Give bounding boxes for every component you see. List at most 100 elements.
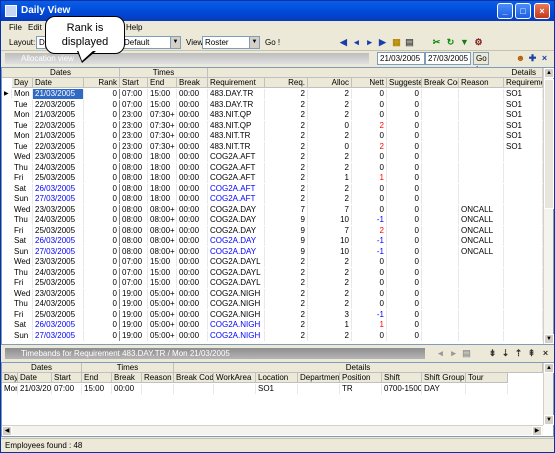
cell-bcode[interactable] [422,194,459,204]
cell-rank[interactable]: 0 [84,110,120,120]
cell-bcode[interactable] [422,183,459,194]
cell-alloc[interactable]: 2 [308,278,352,288]
cell-day[interactable]: Sun [12,246,33,257]
cell-day[interactable]: Sun [12,194,33,204]
table-row[interactable]: Fri 25/03/2005 0 19:00 05:00+ 00:00 COG2A.NIGH… [2,309,543,320]
tb-cell-date[interactable]: 21/03/2005 [18,384,52,394]
cell-date[interactable]: 26/03/2005 [33,236,84,246]
cell-start[interactable]: 07:00 [120,267,148,278]
cell-req[interactable]: 483.NIT.TR [208,131,265,141]
table-row[interactable]: Tue 22/03/2005 0 23:00 07:30+ 00:00 483.NIT.TR… [2,141,543,152]
cell-req[interactable]: COG2A.NIGH [208,330,265,341]
cell-brk[interactable]: 00:00 [177,309,208,320]
tb-cell-position[interactable]: TR [340,384,382,394]
cell-start[interactable]: 08:00 [120,215,148,225]
cell-reqm[interactable] [504,320,543,330]
menu-help[interactable]: Help [126,23,142,32]
cell-alloc[interactable]: 10 [308,215,352,225]
cell-nett[interactable]: -1 [352,246,387,257]
cell-alloc[interactable]: 7 [308,225,352,236]
cell-start[interactable]: 08:00 [120,152,148,162]
cell-day[interactable]: Sat [12,320,33,330]
cell-sugg[interactable]: 0 [387,267,422,278]
tb-vertical-scrollbar[interactable]: ▲ ▼ [543,363,554,425]
cell-alloc[interactable]: 2 [308,257,352,267]
column-header-reason[interactable]: Reason [459,78,504,88]
cell-start[interactable]: 08:00 [120,204,148,215]
cell-rank[interactable]: 0 [84,257,120,267]
scroll-up-icon[interactable]: ▲ [544,363,554,373]
cell-end[interactable]: 07:30+ [148,120,177,131]
cell-reqm[interactable] [504,152,543,162]
tb-column-header-location[interactable]: Location [256,373,298,383]
cell-reason[interactable] [459,299,504,309]
cell-day[interactable]: Sat [12,236,33,246]
tb-cell-bcode[interactable] [174,384,214,394]
cell-date[interactable]: 23/03/2005 [33,152,84,162]
cell-req[interactable]: 483.NIT.QP [208,110,265,120]
cell-start[interactable]: 19:00 [120,299,148,309]
cell-nett[interactable]: -1 [352,215,387,225]
cell-date[interactable]: 27/03/2005 [33,246,84,257]
move-bottom-icon[interactable]: ⇟ [487,348,498,359]
cell-day[interactable]: Mon [12,131,33,141]
cell-req[interactable]: COG2A.DAY [208,204,265,215]
column-header-date[interactable]: Date [33,78,84,88]
table-row[interactable]: Thu 24/03/2005 0 07:00 15:00 00:00 COG2A.DAYL 2… [2,267,543,278]
cell-brk[interactable]: 00:00 [177,131,208,141]
cell-reqn[interactable]: 2 [265,183,308,194]
cell-reqn[interactable]: 9 [265,225,308,236]
cell-date[interactable]: 27/03/2005 [33,194,84,204]
cell-reqm[interactable]: SO1 [504,120,543,131]
cell-reqn[interactable]: 2 [265,278,308,288]
cell-sugg[interactable]: 0 [387,309,422,320]
cell-req[interactable]: COG2A.AFT [208,152,265,162]
cell-date[interactable]: 24/03/2005 [33,299,84,309]
tb-cell-reason[interactable] [142,384,174,394]
cell-nett[interactable]: 0 [352,152,387,162]
cell-reqn[interactable]: 2 [265,194,308,204]
go-button[interactable]: Go ! [265,38,280,47]
cell-reqn[interactable]: 2 [265,267,308,278]
cell-reqm[interactable] [504,309,543,320]
cell-alloc[interactable]: 1 [308,173,352,183]
cell-req[interactable]: 483.NIT.QP [208,120,265,131]
date-to-field[interactable]: 27/03/2005 [425,52,471,65]
cell-reqm[interactable] [504,278,543,288]
scroll-right-icon[interactable]: ▶ [532,426,542,436]
cell-reqm[interactable] [504,299,543,309]
cell-rank[interactable]: 0 [84,267,120,278]
cell-sugg[interactable]: 0 [387,278,422,288]
tb-column-header-date[interactable]: Date [18,373,52,383]
cell-end[interactable]: 07:30+ [148,131,177,141]
cell-rank[interactable]: 0 [84,131,120,141]
cell-nett[interactable]: 0 [352,330,387,341]
cell-bcode[interactable] [422,110,459,120]
cell-day[interactable]: Thu [12,162,33,173]
cell-reqm[interactable] [504,288,543,299]
cell-start[interactable]: 08:00 [120,183,148,194]
column-header-start[interactable]: Start [120,78,148,88]
cell-req[interactable]: 483.DAY.TR [208,89,265,99]
cell-bcode[interactable] [422,120,459,131]
cell-start[interactable]: 07:00 [120,99,148,110]
cell-rank[interactable]: 0 [84,152,120,162]
cell-reqn[interactable]: 9 [265,215,308,225]
cell-sugg[interactable]: 0 [387,152,422,162]
table-row[interactable]: Sun 27/03/2005 0 08:00 18:00 00:00 COG2A.AFT 2 2… [2,194,543,204]
close-panel-icon[interactable]: × [539,53,550,64]
cell-sugg[interactable]: 0 [387,120,422,131]
cell-rank[interactable]: 0 [84,246,120,257]
cell-alloc[interactable]: 10 [308,236,352,246]
move-top-icon[interactable]: ⇞ [526,348,537,359]
cell-req[interactable]: COG2A.DAY [208,225,265,236]
cell-req[interactable]: COG2A.AFT [208,183,265,194]
cell-bcode[interactable] [422,278,459,288]
cell-alloc[interactable]: 2 [308,299,352,309]
cell-reqn[interactable]: 2 [265,152,308,162]
cell-reqn[interactable]: 2 [265,173,308,183]
vertical-scrollbar[interactable]: ▲ ▼ [543,68,554,344]
cell-bcode[interactable] [422,99,459,110]
first-record-icon[interactable]: ◀ [338,37,349,48]
cell-reqn[interactable]: 2 [265,320,308,330]
